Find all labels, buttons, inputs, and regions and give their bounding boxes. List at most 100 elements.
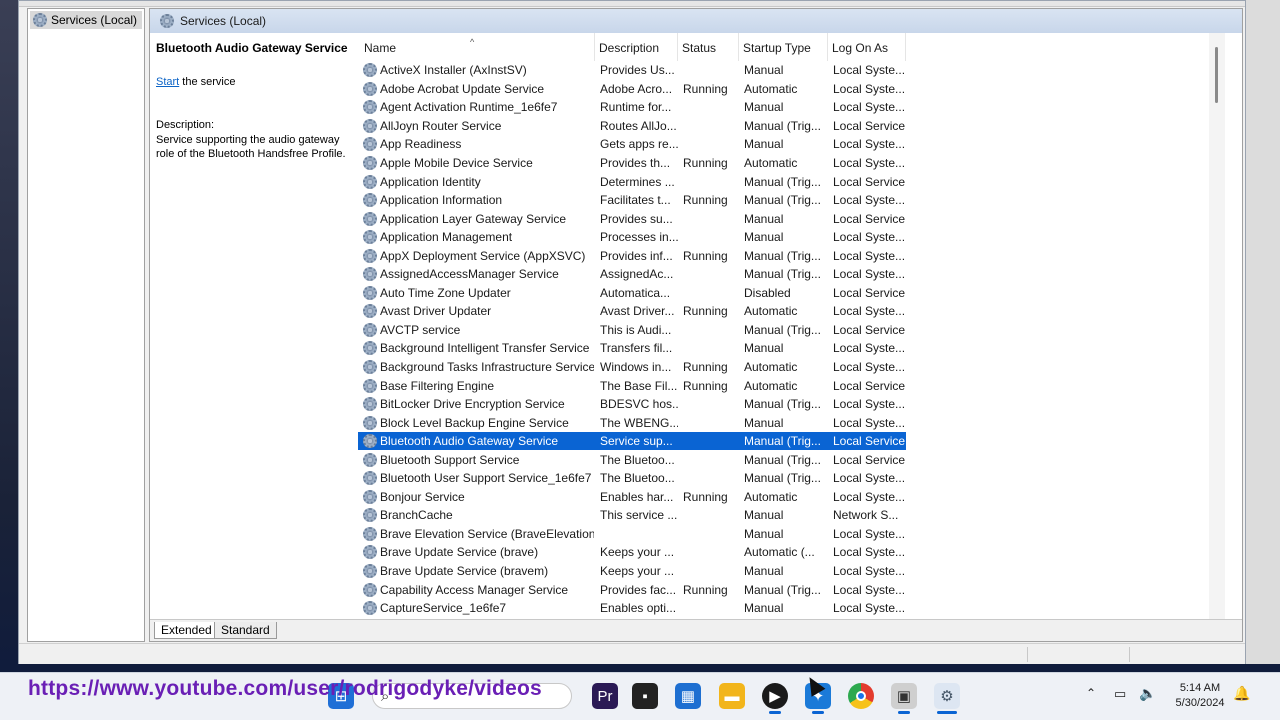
cell-log-on-as: Local Syste... <box>833 304 906 319</box>
gear-icon <box>363 230 377 245</box>
service-icon-cell <box>362 228 378 247</box>
cell-startup-type: Manual <box>744 415 784 430</box>
service-icon-cell <box>362 376 378 395</box>
table-row[interactable]: Application Identity Determines ... Manual… <box>358 172 906 191</box>
cell-name: Bonjour Service <box>380 489 465 504</box>
media-player-icon[interactable]: ▶ <box>762 683 788 709</box>
table-row[interactable]: Brave Elevation Service (BraveElevationS… <box>358 525 906 544</box>
cell-name: Application Management <box>380 230 513 245</box>
view-tabs: Extended Standard <box>150 619 1242 641</box>
table-row[interactable]: AppX Deployment Service (AppXSVC) Provide… <box>358 246 906 265</box>
cell-name: BranchCache <box>380 508 453 523</box>
cell-log-on-as: Local Syste... <box>833 230 906 245</box>
column-header-startup-type[interactable]: Startup Type <box>739 33 828 61</box>
cell-log-on-as: Local Service <box>833 378 906 393</box>
gear-icon <box>363 341 377 356</box>
table-row[interactable]: BitLocker Drive Encryption Service BDESVC… <box>358 395 906 414</box>
vertical-scrollbar[interactable] <box>1209 33 1225 619</box>
column-header-description[interactable]: Description <box>595 33 678 61</box>
scrollbar-thumb[interactable] <box>1215 47 1218 103</box>
premiere-icon[interactable]: Pr <box>592 683 618 709</box>
table-row[interactable]: AllJoyn Router Service Routes AllJo... Man… <box>358 117 906 136</box>
chrome-icon[interactable] <box>848 683 874 709</box>
cell-description: Gets apps re... <box>600 137 678 152</box>
gear-icon <box>33 13 47 27</box>
table-row[interactable]: App Readiness Gets apps re... Manual Local … <box>358 135 906 154</box>
file-explorer-icon[interactable]: ▬ <box>719 683 745 709</box>
cell-startup-type: Manual <box>744 230 784 245</box>
table-row[interactable]: Apple Mobile Device Service Provides th..… <box>358 154 906 173</box>
table-row[interactable]: Background Intelligent Transfer Service T… <box>358 339 906 358</box>
column-header-name[interactable]: Name <box>358 33 595 61</box>
table-row[interactable]: Application Layer Gateway Service Provide… <box>358 209 906 228</box>
service-icon-cell <box>362 413 378 432</box>
table-row[interactable]: Agent Activation Runtime_1e6fe7 Runtime f… <box>358 98 906 117</box>
table-row[interactable]: Application Information Facilitates t... R… <box>358 191 906 210</box>
table-row[interactable]: BranchCache This service ... Manual Network… <box>358 506 906 525</box>
gear-icon <box>363 285 377 300</box>
volume-icon[interactable]: 🔈 <box>1139 685 1156 702</box>
cell-log-on-as: Local Syste... <box>833 63 906 78</box>
table-row[interactable]: Background Tasks Infrastructure Service W… <box>358 358 906 377</box>
table-row[interactable]: Avast Driver Updater Avast Driver... Runni… <box>358 302 906 321</box>
column-header-log-on-as[interactable]: Log On As <box>828 33 906 61</box>
terminal-icon[interactable]: ▪ <box>632 683 658 709</box>
gear-icon <box>363 304 377 319</box>
console-tree: Services (Local) <box>27 8 145 642</box>
cell-status <box>683 265 741 284</box>
table-row[interactable]: Auto Time Zone Updater Automatica... Disab… <box>358 284 906 303</box>
tab-standard[interactable]: Standard <box>214 622 277 639</box>
services-icon[interactable]: ⚙ <box>934 683 960 709</box>
gear-icon <box>363 508 377 523</box>
start-service-link[interactable]: Start <box>156 76 179 88</box>
cell-startup-type: Manual <box>744 601 784 616</box>
cell-startup-type: Manual (Trig... <box>744 118 821 133</box>
cell-log-on-as: Local Service <box>833 434 906 449</box>
table-row[interactable]: Brave Update Service (bravem) Keeps your … <box>358 562 906 581</box>
cell-status <box>683 172 741 191</box>
table-row[interactable]: CaptureService_1e6fe7 Enables opti... Manu… <box>358 599 906 618</box>
gear-icon <box>363 118 377 133</box>
table-row[interactable]: Adobe Acrobat Update Service Adobe Acro..… <box>358 80 906 99</box>
table-row[interactable]: Bonjour Service Enables har... Running Auto… <box>358 488 906 507</box>
gear-icon <box>363 452 377 467</box>
cell-log-on-as: Local Syste... <box>833 100 906 115</box>
tab-extended[interactable]: Extended <box>154 622 219 639</box>
cell-startup-type: Manual <box>744 63 784 78</box>
table-row[interactable]: Block Level Backup Engine Service The WBE… <box>358 413 906 432</box>
sort-ascending-icon: ^ <box>470 37 475 47</box>
gear-icon <box>363 378 377 393</box>
cell-startup-type: Manual (Trig... <box>744 397 821 412</box>
cell-description: AssignedAc... <box>600 267 674 282</box>
gear-icon <box>363 248 377 263</box>
table-row[interactable]: Brave Update Service (brave) Keeps your .… <box>358 543 906 562</box>
clock[interactable]: 5:14 AM 5/30/2024 <box>1166 681 1234 711</box>
table-row[interactable]: Base Filtering Engine The Base Fil... Runn… <box>358 376 906 395</box>
network-icon[interactable]: ▭ <box>1114 686 1126 702</box>
service-icon-cell <box>362 191 378 210</box>
table-row[interactable]: Capability Access Manager Service Provide… <box>358 580 906 599</box>
device-icon[interactable]: ▣ <box>891 683 917 709</box>
table-row[interactable]: Application Management Processes in... Man… <box>358 228 906 247</box>
cell-log-on-as: Local Syste... <box>833 526 906 541</box>
table-row[interactable]: ActiveX Installer (AxInstSV) Provides Us.… <box>358 61 906 80</box>
table-row[interactable]: Bluetooth Audio Gateway Service Service s… <box>358 431 906 451</box>
cell-startup-type: Automatic (... <box>744 545 815 560</box>
gear-icon <box>363 81 377 96</box>
table-row[interactable]: AVCTP service This is Audi... Manual (Trig… <box>358 321 906 340</box>
store-icon[interactable]: ▦ <box>675 683 701 709</box>
cell-name: Bluetooth Support Service <box>380 452 520 467</box>
cell-description: Provides fac... <box>600 582 677 597</box>
table-row[interactable]: AssignedAccessManager Service AssignedAc.… <box>358 265 906 284</box>
notification-bell-icon[interactable]: 🔔 <box>1233 685 1250 702</box>
column-header-status[interactable]: Status <box>678 33 739 61</box>
service-icon-cell <box>362 117 378 136</box>
cell-status: Running <box>683 582 728 597</box>
chevron-up-icon[interactable]: ⌃ <box>1086 686 1096 700</box>
cell-name: AssignedAccessManager Service <box>380 267 559 282</box>
table-row[interactable]: Bluetooth Support Service The Bluetoo... M… <box>358 450 906 469</box>
cell-log-on-as: Local Syste... <box>833 415 906 430</box>
cell-name: Brave Update Service (brave) <box>380 545 539 560</box>
table-row[interactable]: Bluetooth User Support Service_1e6fe7 The… <box>358 469 906 488</box>
tree-item-services-local[interactable]: Services (Local) <box>30 11 142 29</box>
